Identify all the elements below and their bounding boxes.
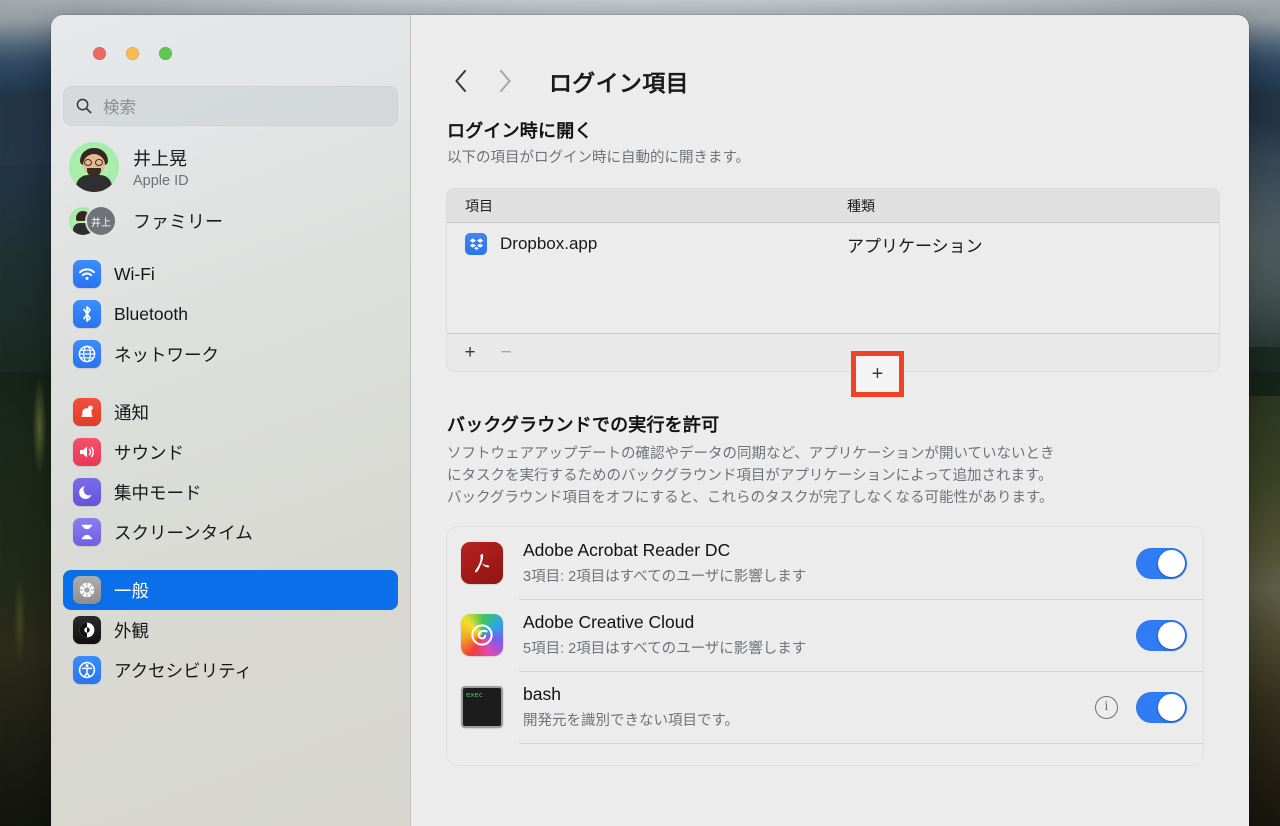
column-header-item: 項目 <box>465 197 493 214</box>
background-item-subtitle: 3項目: 2項目はすべてのユーザに影響します <box>523 569 807 586</box>
sidebar-item-label: アクセシビリティ <box>114 660 253 681</box>
section-title: バックグラウンドでの実行を許可 <box>447 415 720 436</box>
table-footer: + − <box>447 333 1219 372</box>
chevron-right-icon <box>499 69 511 93</box>
login-items-section-header: ログイン時に開く 以下の項目がログイン時に自動的に開きます。 <box>411 107 1249 169</box>
sidebar-item-label: Wi-Fi <box>114 263 155 284</box>
section-title: ログイン時に開く <box>447 121 593 141</box>
column-header-kind: 種類 <box>847 197 875 214</box>
sidebar-item-focus[interactable]: 集中モード <box>63 472 398 512</box>
login-items-table: 項目 種類 Dropbox.app アプリケーション + − <box>447 189 1219 372</box>
page-title: ログイン項目 <box>549 70 689 96</box>
search-field[interactable]: 検索 <box>63 86 398 126</box>
sidebar-item-notifications[interactable]: 通知 <box>63 392 398 432</box>
family-badge: 井上 <box>87 207 115 235</box>
system-settings-window: 検索 井上晃 Apple ID 井上 ファミリー Wi-Fi Bluetooth… <box>51 15 1249 826</box>
sidebar-item-screen-time[interactable]: スクリーンタイム <box>63 512 398 552</box>
sidebar-item-general[interactable]: 一般 <box>63 570 398 610</box>
background-item-subtitle: 5項目: 2項目はすべてのユーザに影響します <box>523 641 807 658</box>
background-item-name: Adobe Creative Cloud <box>523 612 695 633</box>
add-button-highlight-annotation: + <box>851 351 904 397</box>
adobe-creative-cloud-icon <box>461 614 503 657</box>
screen-time-hourglass-icon <box>73 518 101 546</box>
forward-button[interactable] <box>483 63 527 99</box>
info-icon[interactable]: i <box>1095 695 1118 719</box>
accessibility-icon <box>73 656 101 684</box>
login-item-kind: アプリケーション <box>847 236 983 256</box>
sidebar-group-network: Wi-Fi Bluetooth ネットワーク <box>63 254 398 374</box>
login-item-name: Dropbox.app <box>500 234 598 254</box>
sidebar-item-accessibility[interactable]: アクセシビリティ <box>63 650 398 690</box>
sidebar-item-network[interactable]: ネットワーク <box>63 334 398 374</box>
sidebar-item-label: 集中モード <box>114 482 202 503</box>
sidebar-item-label: 通知 <box>114 402 149 423</box>
sidebar-item-apple-id[interactable]: 井上晃 Apple ID <box>63 126 398 192</box>
search-icon <box>76 98 92 114</box>
sidebar-item-bluetooth[interactable]: Bluetooth <box>63 294 398 334</box>
sound-speaker-icon <box>73 438 101 466</box>
background-desc-line: バックグラウンド項目をオフにすると、これらのタスクが完了しなくなる可能性がありま… <box>447 490 1054 507</box>
general-gear-icon <box>73 576 101 604</box>
wifi-icon <box>73 260 101 288</box>
background-item-name: Adobe Acrobat Reader DC <box>523 540 731 561</box>
close-button[interactable] <box>93 47 106 60</box>
search-placeholder: 検索 <box>103 99 136 117</box>
zoom-button[interactable] <box>159 47 172 60</box>
background-item-toggle[interactable] <box>1136 547 1187 579</box>
background-section-header: バックグラウンドでの実行を許可 ソフトウェアアップデートの確認やデータの同期など… <box>411 371 1249 509</box>
back-button[interactable] <box>439 63 483 99</box>
list-item-partial <box>447 743 1203 765</box>
minimize-button[interactable] <box>126 47 139 60</box>
sidebar-item-label: 一般 <box>114 580 149 601</box>
appearance-contrast-icon <box>73 616 101 644</box>
table-body: Dropbox.app アプリケーション <box>447 223 1219 334</box>
sidebar-item-label: ネットワーク <box>114 344 219 365</box>
profile-subtitle: Apple ID <box>133 173 189 189</box>
sidebar-group-system: 通知 サウンド 集中モード スクリーンタイム <box>63 392 398 552</box>
list-item[interactable]: exec bash 開発元を識別できない項目です。 i <box>447 671 1203 743</box>
background-item-subtitle: 開発元を識別できない項目です。 <box>523 713 740 730</box>
focus-moon-icon <box>73 478 101 506</box>
adobe-acrobat-icon <box>461 542 503 585</box>
profile-name: 井上晃 <box>133 149 187 169</box>
notifications-bell-icon <box>73 398 101 426</box>
background-desc-line: にタスクを実行するためのバックグラウンド項目がアプリケーションによって追加されま… <box>447 468 1053 485</box>
bash-icon-text: exec <box>466 691 483 700</box>
bash-exec-icon: exec <box>461 686 503 729</box>
sidebar-item-appearance[interactable]: 外観 <box>63 610 398 650</box>
content-header: ログイン項目 <box>411 15 1249 107</box>
add-login-item-button[interactable]: + <box>455 340 485 366</box>
sidebar-item-family[interactable]: 井上 ファミリー <box>63 192 398 242</box>
chevron-left-icon <box>455 69 467 93</box>
bluetooth-icon <box>73 300 101 328</box>
sidebar-item-label: Bluetooth <box>114 303 188 324</box>
remove-login-item-button[interactable]: − <box>491 340 521 366</box>
sidebar-item-label: スクリーンタイム <box>114 522 253 543</box>
background-desc-line: ソフトウェアアップデートの確認やデータの同期など、アプリケーションが開いていない… <box>447 446 1055 463</box>
section-subtitle: 以下の項目がログイン時に自動的に開きます。 <box>447 150 751 166</box>
sidebar-item-sound[interactable]: サウンド <box>63 432 398 472</box>
sidebar-group-general: 一般 外観 アクセシビリティ <box>63 570 398 690</box>
network-globe-icon <box>73 340 101 368</box>
dropbox-icon <box>465 233 487 256</box>
sidebar-item-label: サウンド <box>114 442 184 463</box>
table-row[interactable]: Dropbox.app アプリケーション <box>447 223 1219 265</box>
family-avatars: 井上 <box>69 204 119 238</box>
sidebar-item-label: 外観 <box>114 620 149 641</box>
sidebar: 検索 井上晃 Apple ID 井上 ファミリー Wi-Fi Bluetooth… <box>51 15 411 826</box>
add-button-highlight-glyph: + <box>871 362 884 385</box>
main-content: ログイン項目 ログイン時に開く 以下の項目がログイン時に自動的に開きます。 項目… <box>411 15 1249 826</box>
sidebar-item-wifi[interactable]: Wi-Fi <box>63 254 398 294</box>
background-items-list: Adobe Acrobat Reader DC 3項目: 2項目はすべてのユーザ… <box>447 527 1203 766</box>
window-controls <box>63 15 398 60</box>
desktop-background: 検索 井上晃 Apple ID 井上 ファミリー Wi-Fi Bluetooth… <box>0 0 1280 826</box>
table-header-row: 項目 種類 <box>447 189 1219 224</box>
list-item[interactable]: Adobe Acrobat Reader DC 3項目: 2項目はすべてのユーザ… <box>447 527 1203 599</box>
background-item-name: bash <box>523 684 561 705</box>
list-item[interactable]: Adobe Creative Cloud 5項目: 2項目はすべてのユーザに影響… <box>447 599 1203 671</box>
avatar <box>69 142 119 192</box>
background-item-toggle[interactable] <box>1136 619 1187 651</box>
sidebar-item-label: ファミリー <box>133 212 223 232</box>
background-item-toggle[interactable] <box>1136 691 1187 723</box>
